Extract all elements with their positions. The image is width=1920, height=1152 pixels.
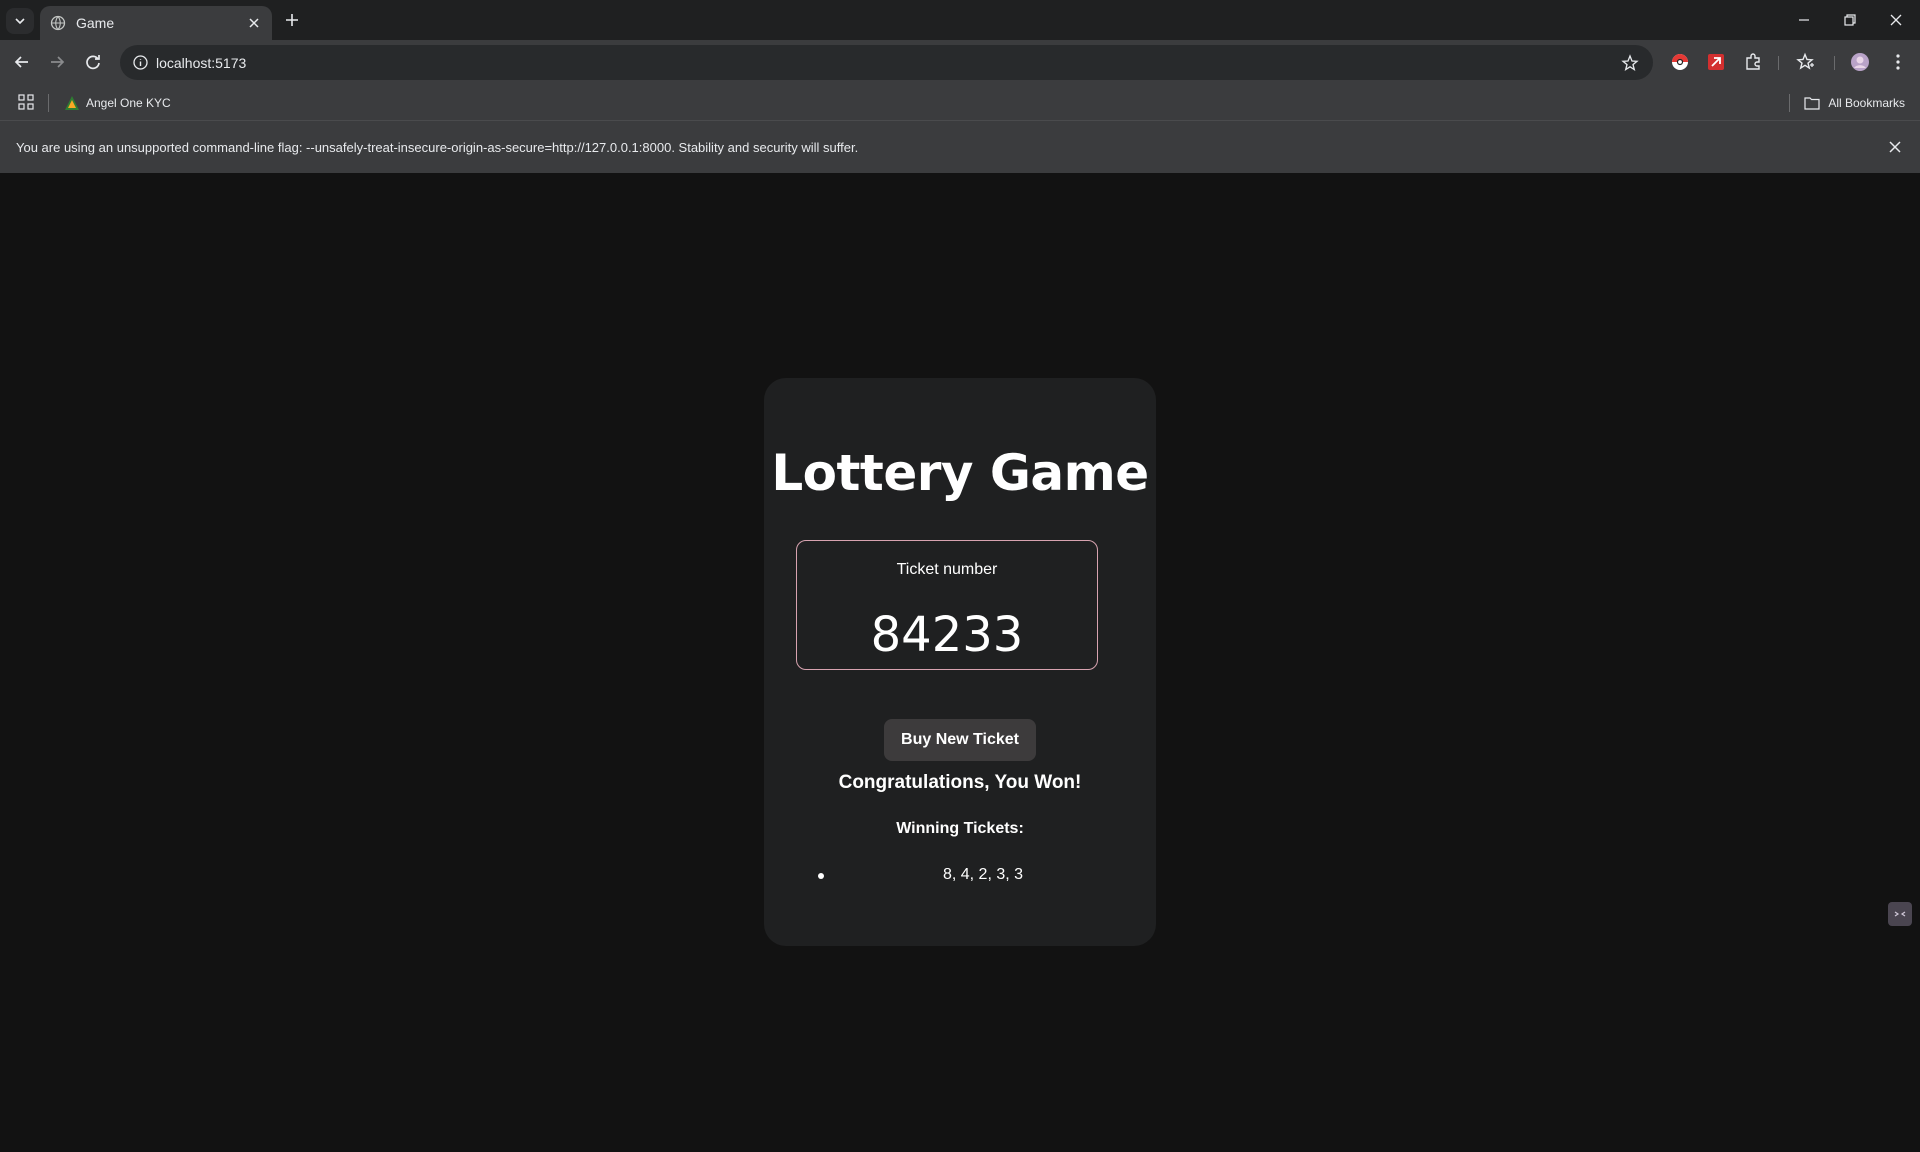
toolbar-divider — [1778, 56, 1779, 70]
bookmark-star-icon[interactable] — [1621, 54, 1639, 72]
profile-avatar-icon[interactable] — [1850, 52, 1870, 72]
ticket-number: 84233 — [870, 607, 1024, 663]
tab-search-button[interactable] — [6, 8, 34, 34]
winning-tickets-list: 8, 4, 2, 3, 3 — [818, 866, 1128, 884]
folder-icon — [1804, 97, 1820, 110]
unsupported-flag-infobar: You are using an unsupported command-lin… — [0, 120, 1920, 173]
list-item: 8, 4, 2, 3, 3 — [818, 866, 1128, 884]
bullet — [818, 873, 824, 879]
reading-list-star-icon[interactable] — [1795, 52, 1815, 72]
bookmark-angel-one-kyc[interactable]: Angel One KYC — [64, 93, 171, 113]
tab-game[interactable]: Game — [40, 6, 272, 40]
toolbar: localhost:5173 — [0, 40, 1920, 85]
infobar-message: You are using an unsupported command-lin… — [16, 139, 859, 155]
tab-strip: Game — [0, 0, 1920, 40]
red-arrow-extension-icon[interactable] — [1706, 52, 1726, 72]
close-window-icon[interactable] — [1886, 10, 1906, 30]
menu-dots-icon[interactable] — [1888, 52, 1908, 72]
ticket-box: Ticket number 84233 — [796, 540, 1098, 670]
angel-one-logo-icon — [65, 96, 79, 110]
apps-grid-icon[interactable] — [18, 94, 34, 110]
widget-face-icon — [1894, 911, 1906, 917]
winning-ticket-value: 8, 4, 2, 3, 3 — [942, 866, 1024, 883]
buy-new-ticket-button[interactable]: Buy New Ticket — [884, 719, 1036, 761]
back-arrow-icon[interactable] — [11, 51, 33, 73]
page-content: Lottery Game Ticket number 84233 Buy New… — [0, 173, 1920, 1152]
side-panel-widget[interactable] — [1888, 902, 1912, 926]
minimize-icon[interactable] — [1794, 10, 1814, 30]
tab-title: Game — [76, 15, 115, 31]
ticket-label: Ticket number — [896, 561, 998, 578]
all-bookmarks-label: All Bookmarks — [1828, 96, 1905, 110]
restore-icon[interactable] — [1840, 10, 1860, 30]
bookmarks-divider — [1789, 94, 1790, 112]
bookmarks-bar: Angel One KYC All Bookmarks — [0, 85, 1920, 120]
globe-icon — [50, 15, 66, 31]
address-bar[interactable]: localhost:5173 — [120, 45, 1653, 80]
chevron-down-icon — [15, 18, 25, 25]
lottery-card: Lottery Game Ticket number 84233 Buy New… — [764, 378, 1156, 946]
all-bookmarks-button[interactable]: All Bookmarks — [1804, 93, 1905, 113]
page-title: Lottery Game — [771, 444, 1149, 502]
close-tab-icon[interactable] — [246, 15, 262, 31]
close-infobar-icon[interactable] — [1886, 138, 1904, 156]
result-message: Congratulations, You Won! — [838, 772, 1082, 793]
winning-tickets-heading: Winning Tickets: — [896, 820, 1024, 837]
forward-arrow-icon[interactable] — [46, 51, 68, 73]
toolbar-divider — [1834, 56, 1835, 70]
new-tab-icon[interactable] — [282, 10, 302, 30]
bookmarks-divider — [48, 94, 49, 112]
pokeball-extension-icon[interactable] — [1670, 52, 1690, 72]
reload-icon[interactable] — [82, 51, 104, 73]
url-text: localhost:5173 — [156, 54, 247, 71]
bookmark-label: Angel One KYC — [86, 96, 171, 110]
site-info-icon[interactable] — [132, 54, 149, 71]
extensions-puzzle-icon[interactable] — [1743, 52, 1763, 72]
